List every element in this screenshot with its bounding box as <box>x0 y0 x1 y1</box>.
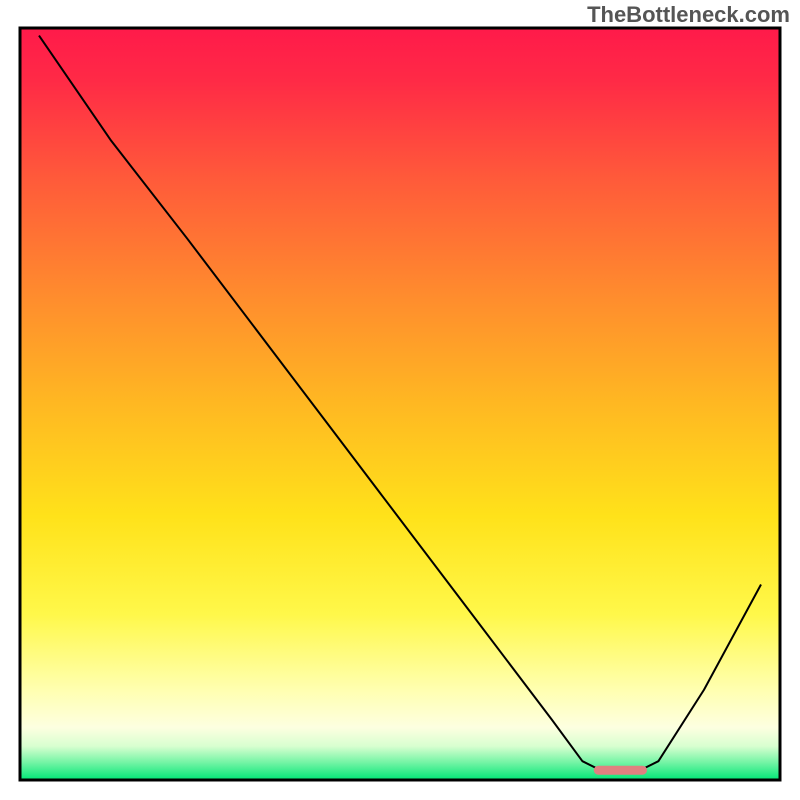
bottleneck-chart: TheBottleneck.com <box>0 0 800 800</box>
marker-optimal-range <box>594 766 647 775</box>
watermark-text: TheBottleneck.com <box>587 2 790 28</box>
chart-svg <box>0 0 800 800</box>
gradient-background <box>20 28 780 780</box>
